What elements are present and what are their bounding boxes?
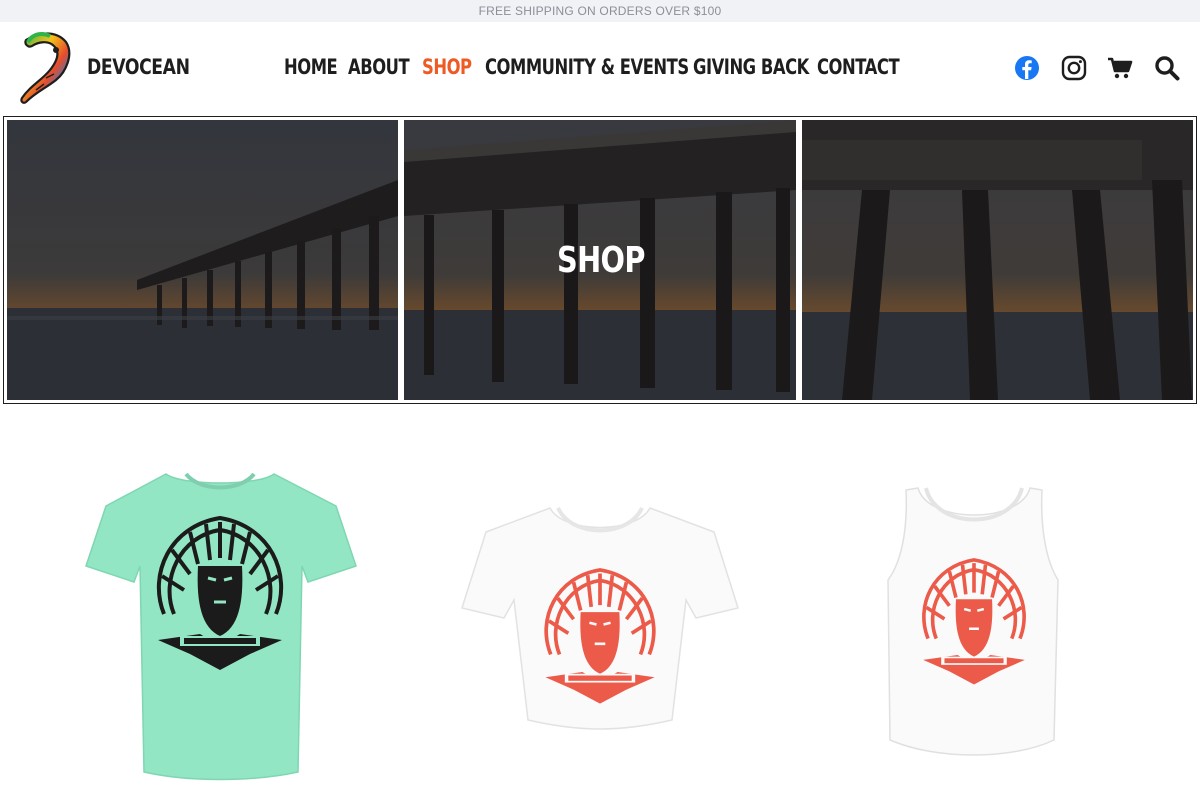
hero-panel-pier-middle bbox=[404, 120, 796, 400]
nav-home[interactable]: HOME bbox=[284, 55, 338, 79]
nav-contact[interactable]: CONTACT bbox=[817, 55, 900, 79]
promo-bar: FREE SHIPPING ON ORDERS OVER $100 bbox=[0, 0, 1200, 22]
brand-name[interactable]: DEVOCEAN bbox=[87, 55, 190, 79]
shop-hero-banner: SHOP bbox=[3, 116, 1197, 404]
white-tank-image bbox=[887, 487, 1059, 756]
hero-panel-pier-distance bbox=[7, 120, 398, 400]
mint-tshirt-image bbox=[85, 472, 357, 781]
site-header: DEVOCEAN HOME ABOUT SHOP COMMUNITY & EVE… bbox=[0, 22, 1200, 114]
nav-community-events[interactable]: COMMUNITY & EVENTS bbox=[485, 55, 689, 79]
promo-text: FREE SHIPPING ON ORDERS OVER $100 bbox=[478, 4, 722, 18]
hero-panel-pier-close bbox=[802, 120, 1193, 400]
search-icon[interactable] bbox=[1154, 55, 1180, 86]
product-card-white-crop-tee[interactable] bbox=[460, 504, 740, 730]
devocean-logo[interactable] bbox=[16, 30, 72, 106]
facebook-icon[interactable] bbox=[1014, 55, 1040, 86]
nav-giving-back[interactable]: GIVING BACK bbox=[693, 55, 809, 79]
product-card-mint-tshirt[interactable] bbox=[82, 466, 358, 784]
product-card-white-tank[interactable] bbox=[882, 484, 1066, 766]
cart-icon[interactable] bbox=[1107, 57, 1133, 84]
nav-shop[interactable]: SHOP bbox=[422, 55, 472, 79]
instagram-icon[interactable] bbox=[1061, 55, 1087, 86]
white-crop-tee-image bbox=[461, 507, 739, 730]
nav-about[interactable]: ABOUT bbox=[348, 55, 410, 79]
